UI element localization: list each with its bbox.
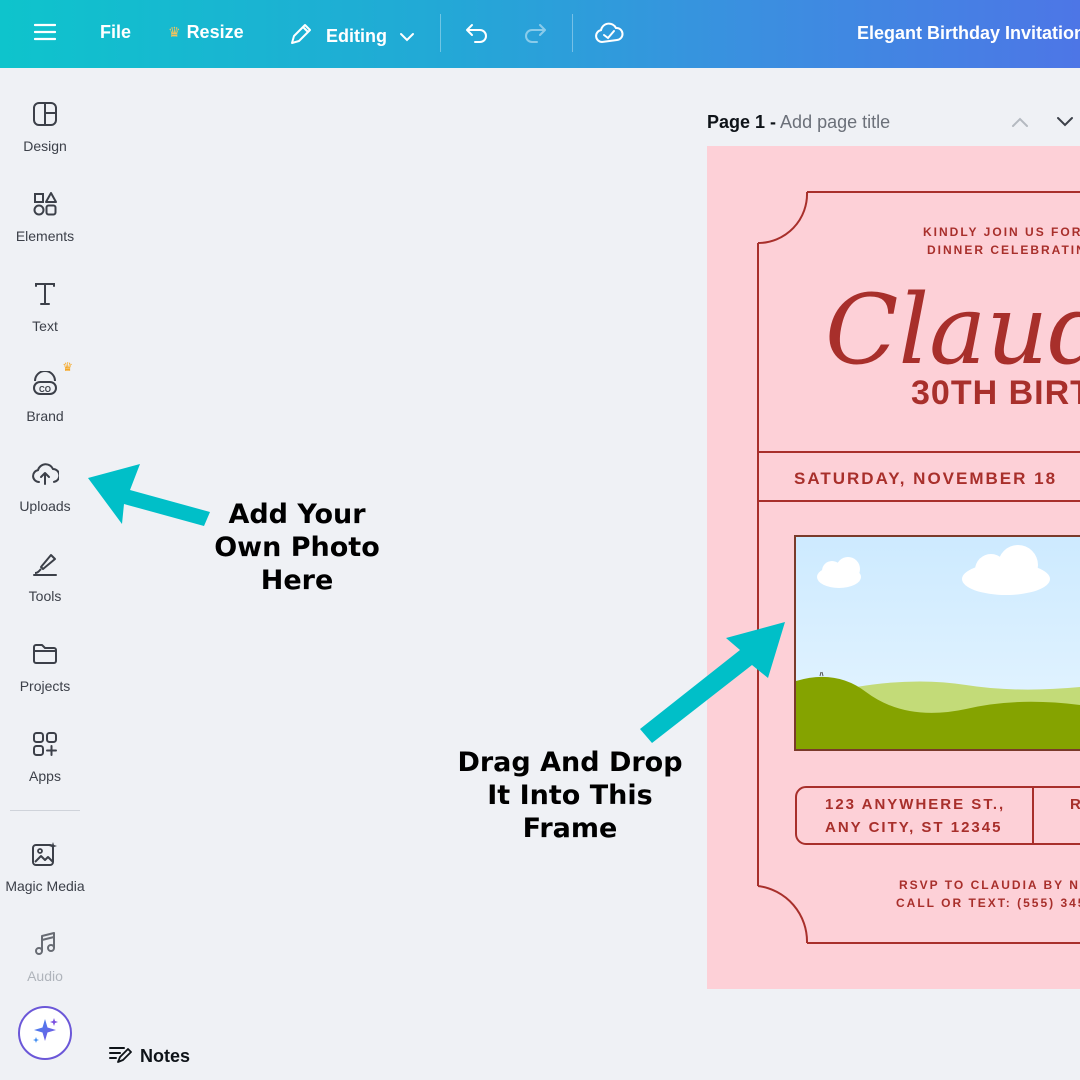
apps-icon <box>29 728 61 760</box>
invite-date: SATURDAY, NOVEMBER 18 <box>794 469 1058 488</box>
notes-label: Notes <box>140 1046 191 1066</box>
editing-mode-button[interactable]: Editing <box>288 21 415 52</box>
sidebar-item-brand[interactable]: CO ♛ Brand <box>0 354 90 434</box>
file-label: File <box>100 22 132 42</box>
magic-assistant-button[interactable] <box>18 1006 72 1060</box>
sidebar-item-label: Elements <box>15 228 75 244</box>
page-number: Page 1 - <box>707 112 777 132</box>
drag-instruction-callout: Drag And Drop It Into This Frame <box>450 746 690 845</box>
cloud-check-icon <box>594 20 624 51</box>
sidebar-item-label: Brand <box>26 408 64 424</box>
menu-button[interactable] <box>33 22 57 47</box>
sidebar-item-elements[interactable]: Elements <box>0 174 90 254</box>
invite-intro-line1: KINDLY JOIN US FOR <box>923 225 1080 239</box>
left-sidebar: Design Elements Text CO ♛ Brand Uploads … <box>0 68 90 1080</box>
callout-line: Own Photo <box>214 532 380 563</box>
sidebar-item-audio[interactable]: Audio <box>0 914 90 994</box>
page-title-input[interactable]: Add page title <box>780 112 890 132</box>
sidebar-item-label: Tools <box>28 588 62 604</box>
chevron-down-icon <box>1056 112 1074 132</box>
crown-icon: ♛ <box>168 24 181 40</box>
callout-line: Frame <box>522 813 618 844</box>
sidebar-item-projects[interactable]: Projects <box>0 624 90 704</box>
design-title[interactable]: Elegant Birthday Invitation <box>857 23 1080 44</box>
toolbar-divider <box>440 14 441 52</box>
page-up-button[interactable] <box>1011 112 1029 133</box>
pencil-icon <box>288 21 314 52</box>
undo-button[interactable] <box>464 21 490 50</box>
resize-label: Resize <box>186 22 244 42</box>
sidebar-item-label: Apps <box>29 768 61 784</box>
invite-intro-line2: DINNER CELEBRATING <box>927 243 1080 257</box>
sparkle-icon <box>30 1016 60 1051</box>
top-bar: File ♛ Resize Editing Elegant Birthday I… <box>0 0 1080 68</box>
sidebar-item-label: Design <box>23 138 67 154</box>
page-down-button[interactable] <box>1056 112 1074 133</box>
folder-icon <box>29 638 61 670</box>
sidebar-item-label: Uploads <box>19 498 71 514</box>
uploads-icon <box>29 458 61 490</box>
crown-icon: ♛ <box>62 360 73 374</box>
sidebar-item-design[interactable]: Design <box>0 84 90 164</box>
sidebar-item-label: Text <box>32 318 58 334</box>
notes-icon <box>108 1044 132 1069</box>
chevron-down-icon <box>399 26 415 47</box>
arrow-to-uploads <box>88 464 210 526</box>
sidebar-item-magic-media[interactable]: Magic Media <box>0 824 90 904</box>
text-icon <box>29 278 61 310</box>
page-header: Page 1 - Add page title <box>707 112 890 133</box>
invite-address-line2: ANY CITY, ST 12345 <box>825 819 1003 836</box>
sidebar-item-apps[interactable]: Apps <box>0 714 90 794</box>
design-canvas[interactable]: KINDLY JOIN US FOR DINNER CELEBRATING Cl… <box>707 146 1080 989</box>
sidebar-item-text[interactable]: Text <box>0 264 90 344</box>
redo-icon <box>522 21 548 50</box>
editing-label: Editing <box>326 26 387 46</box>
svg-text:CO: CO <box>39 385 51 394</box>
resize-button[interactable]: ♛ Resize <box>168 22 244 43</box>
photo-frame[interactable] <box>796 537 1080 749</box>
invite-rsvp-line1: RSVP TO CLAUDIA BY NO <box>899 878 1080 892</box>
callout-line: It Into This <box>487 780 653 811</box>
sidebar-item-label: Audio <box>27 968 63 984</box>
invite-subtitle: 30TH BIRT <box>911 374 1080 412</box>
landscape-placeholder-image <box>796 545 1080 749</box>
design-title-text: Elegant Birthday Invitation <box>857 23 1080 43</box>
callout-line: Drag And Drop <box>457 747 683 778</box>
tools-icon <box>29 548 61 580</box>
sidebar-item-label: Magic Media <box>5 878 85 894</box>
sidebar-item-uploads[interactable]: Uploads <box>0 444 90 524</box>
callout-line: Add Your <box>228 499 366 530</box>
hamburger-icon <box>33 22 57 47</box>
save-status-button[interactable] <box>594 20 624 51</box>
sidebar-item-label: Projects <box>19 678 71 694</box>
sidebar-item-tools[interactable]: Tools <box>0 534 90 614</box>
toolbar-divider <box>572 14 573 52</box>
file-menu-button[interactable]: File <box>100 22 131 43</box>
music-note-icon <box>29 928 61 960</box>
sidebar-divider <box>10 810 80 811</box>
invite-rsvp-box-text: R <box>1070 796 1080 813</box>
design-icon <box>29 98 61 130</box>
invite-name: Claudi <box>825 274 1080 386</box>
callout-line: Here <box>260 565 334 596</box>
invite-rsvp-line2: CALL OR TEXT: (555) 345 <box>896 896 1080 910</box>
redo-button[interactable] <box>522 21 548 50</box>
undo-icon <box>464 21 490 50</box>
upload-instruction-callout: Add Your Own Photo Here <box>202 498 392 597</box>
invite-address-line1: 123 ANYWHERE ST., <box>825 796 1006 813</box>
notes-button[interactable]: Notes <box>108 1044 190 1069</box>
brand-icon: CO ♛ <box>29 360 73 400</box>
elements-icon <box>29 188 61 220</box>
magic-media-icon <box>29 838 61 870</box>
chevron-up-icon <box>1011 112 1029 132</box>
